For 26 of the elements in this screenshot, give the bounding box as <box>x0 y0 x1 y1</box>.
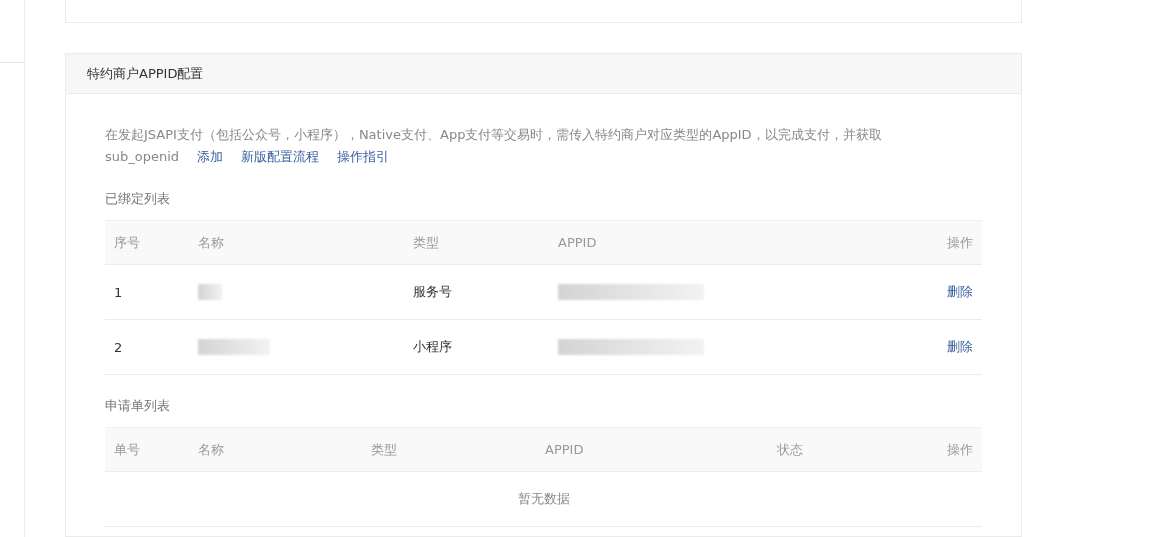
list-title: 申请单列表 <box>105 397 171 415</box>
column-header: 类型 <box>412 233 440 252</box>
column-header: 单号 <box>113 440 141 459</box>
delete-link[interactable]: 删除 <box>938 338 982 356</box>
card-title: 特约商户APPID配置 <box>66 54 1021 94</box>
column-header: APPID <box>544 442 585 457</box>
text-link[interactable]: 新版配置流程 <box>241 149 320 164</box>
description-text: sub_openid <box>105 149 180 164</box>
column-header: 序号 <box>113 233 141 252</box>
column-header: 类型 <box>370 440 398 459</box>
column-header: 名称 <box>197 440 225 459</box>
text-link[interactable]: 操作指引 <box>337 149 390 164</box>
column-header: 操作 <box>946 440 974 459</box>
column-header: 状态 <box>776 440 804 459</box>
delete-link[interactable]: 删除 <box>938 283 982 301</box>
table-cell-text: 1 <box>113 284 124 300</box>
list-title: 已绑定列表 <box>105 190 171 208</box>
table-cell-text: 2 <box>113 339 124 355</box>
column-header: 操作 <box>946 233 974 252</box>
table-cell-text: 小程序 <box>412 338 453 356</box>
text-link[interactable]: 添加 <box>197 149 224 164</box>
column-header: 名称 <box>197 233 225 252</box>
column-header: APPID <box>557 235 598 250</box>
description-text: 在发起JSAPI支付（包括公众号，小程序），Native支付、App支付等交易时，需传入特约商户对应类型的AppID，以完成支付，并获取 <box>105 127 882 142</box>
table-cell-text: 服务号 <box>412 283 453 301</box>
empty-text: 暂无数据 <box>517 490 570 508</box>
